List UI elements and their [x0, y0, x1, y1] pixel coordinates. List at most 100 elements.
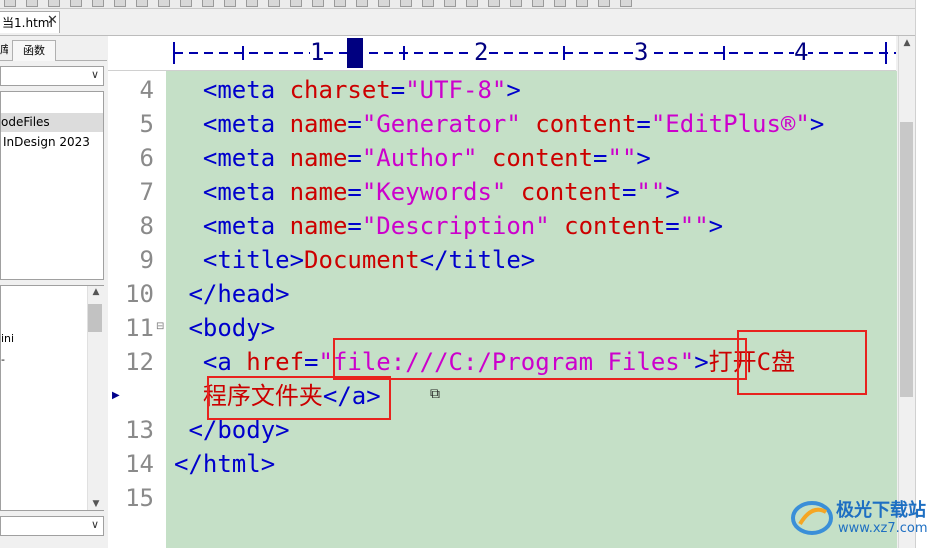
toolbar-button[interactable]	[224, 0, 236, 7]
scroll-down-icon[interactable]: ▼	[88, 499, 104, 509]
highlight-link-text-continued	[207, 376, 391, 420]
toolbar-button[interactable]	[202, 0, 214, 7]
toolbar-button[interactable]	[598, 0, 610, 7]
file-list-scroll-thumb[interactable]	[88, 304, 102, 332]
toolbar	[0, 0, 952, 9]
toolbar-button[interactable]	[246, 0, 258, 7]
code-token: >	[809, 110, 825, 138]
ruler	[108, 36, 896, 71]
toolbar-button[interactable]	[312, 0, 324, 7]
code-token: ""	[636, 178, 666, 206]
toolbar-button[interactable]	[114, 0, 126, 7]
code-token: href	[246, 348, 305, 376]
highlight-link-text	[737, 330, 867, 395]
directory-item[interactable]: InDesign 2023	[1, 133, 103, 152]
watermark-title: 极光下载站	[836, 500, 926, 521]
scroll-up-icon[interactable]: ▲	[899, 38, 915, 48]
code-token: charset	[289, 76, 391, 104]
toolbar-button[interactable]	[268, 0, 280, 7]
code-token: content	[564, 212, 666, 240]
line-number: 6	[139, 144, 154, 172]
editor-scroll-thumb[interactable]	[900, 122, 913, 397]
code-token: <meta	[174, 76, 290, 104]
code-token: "UTF-8"	[405, 76, 507, 104]
scroll-up-icon[interactable]: ▲	[88, 287, 104, 297]
toolbar-button[interactable]	[554, 0, 566, 7]
code-token: </html>	[174, 450, 276, 478]
highlight-href-value	[333, 338, 747, 380]
file-item[interactable]: -	[1, 352, 5, 368]
toolbar-button[interactable]	[290, 0, 302, 7]
wrap-marker-icon: ▶	[112, 390, 120, 401]
code-line: <title>Document</title>	[174, 243, 535, 277]
toolbar-button[interactable]	[158, 0, 170, 7]
toolbar-button[interactable]	[576, 0, 588, 7]
toolbar-button[interactable]	[466, 0, 478, 7]
toolbar-button[interactable]	[444, 0, 456, 7]
line-number: 8	[139, 212, 154, 240]
code-token: >	[636, 144, 651, 172]
code-token: name	[289, 178, 348, 206]
code-token: </head>	[174, 280, 290, 308]
sidebar-tab-functions[interactable]: 函数	[12, 40, 56, 61]
paste-icon: ⧉	[430, 386, 440, 402]
toolbar-button[interactable]	[48, 0, 60, 7]
toolbar-button[interactable]	[488, 0, 500, 7]
code-token: >	[708, 212, 724, 240]
toolbar-button[interactable]	[334, 0, 346, 7]
code-token: =	[347, 110, 362, 138]
ruler-mark-1: 1	[310, 38, 325, 66]
line-number: 4	[139, 76, 154, 104]
ruler-mark-4: 4	[794, 38, 809, 66]
tab-bar	[0, 9, 952, 36]
filter-dropdown[interactable]: ∨	[0, 516, 104, 536]
watermark-logo-icon	[791, 501, 833, 535]
code-token: =	[347, 178, 362, 206]
code-token: Document	[304, 246, 420, 274]
code-token: "Description"	[361, 212, 550, 240]
code-line: <meta name="Author" content="">	[174, 141, 651, 175]
code-token: =	[665, 212, 680, 240]
close-icon[interactable]: ✕	[46, 14, 59, 27]
toolbar-button[interactable]	[422, 0, 434, 7]
toolbar-button[interactable]	[4, 0, 16, 7]
code-line: </html>	[174, 447, 275, 481]
fold-icon[interactable]: ⊟	[156, 321, 164, 332]
code-token: content	[520, 178, 622, 206]
toolbar-button[interactable]	[70, 0, 82, 7]
code-token: >	[665, 178, 680, 206]
toolbar-button[interactable]	[180, 0, 192, 7]
code-token: <title>	[174, 246, 305, 274]
directory-list[interactable]: odeFiles InDesign 2023	[0, 91, 104, 280]
code-token: <meta	[174, 178, 290, 206]
code-line: <meta name="Description" content="">	[174, 209, 723, 243]
toolbar-button[interactable]	[356, 0, 368, 7]
code-token: =	[347, 212, 362, 240]
toolbar-button[interactable]	[92, 0, 104, 7]
watermark-url: www.xz7.com	[838, 521, 928, 536]
toolbar-button[interactable]	[26, 0, 38, 7]
line-number: 12	[125, 348, 154, 376]
toolbar-button[interactable]	[400, 0, 412, 7]
toolbar-button[interactable]	[136, 0, 148, 7]
tab-prefix: 当	[2, 16, 15, 30]
drive-dropdown[interactable]: ∨	[0, 66, 104, 86]
file-item[interactable]: ini	[1, 331, 14, 347]
code-token: =	[304, 348, 319, 376]
code-token: =	[347, 144, 362, 172]
code-token: </title>	[419, 246, 536, 274]
code-token: name	[289, 144, 348, 172]
code-token: name	[289, 212, 348, 240]
directory-item[interactable]: odeFiles	[1, 113, 103, 132]
code-token: ""	[607, 144, 637, 172]
toolbar-button[interactable]	[510, 0, 522, 7]
code-line: <body>	[174, 311, 275, 345]
toolbar-button[interactable]	[532, 0, 544, 7]
line-number: 15	[125, 484, 154, 512]
toolbar-button[interactable]	[378, 0, 390, 7]
ruler-graphic	[173, 38, 896, 68]
sidebar-tab-library[interactable]: 库	[0, 40, 8, 60]
toolbar-button[interactable]	[620, 0, 632, 7]
